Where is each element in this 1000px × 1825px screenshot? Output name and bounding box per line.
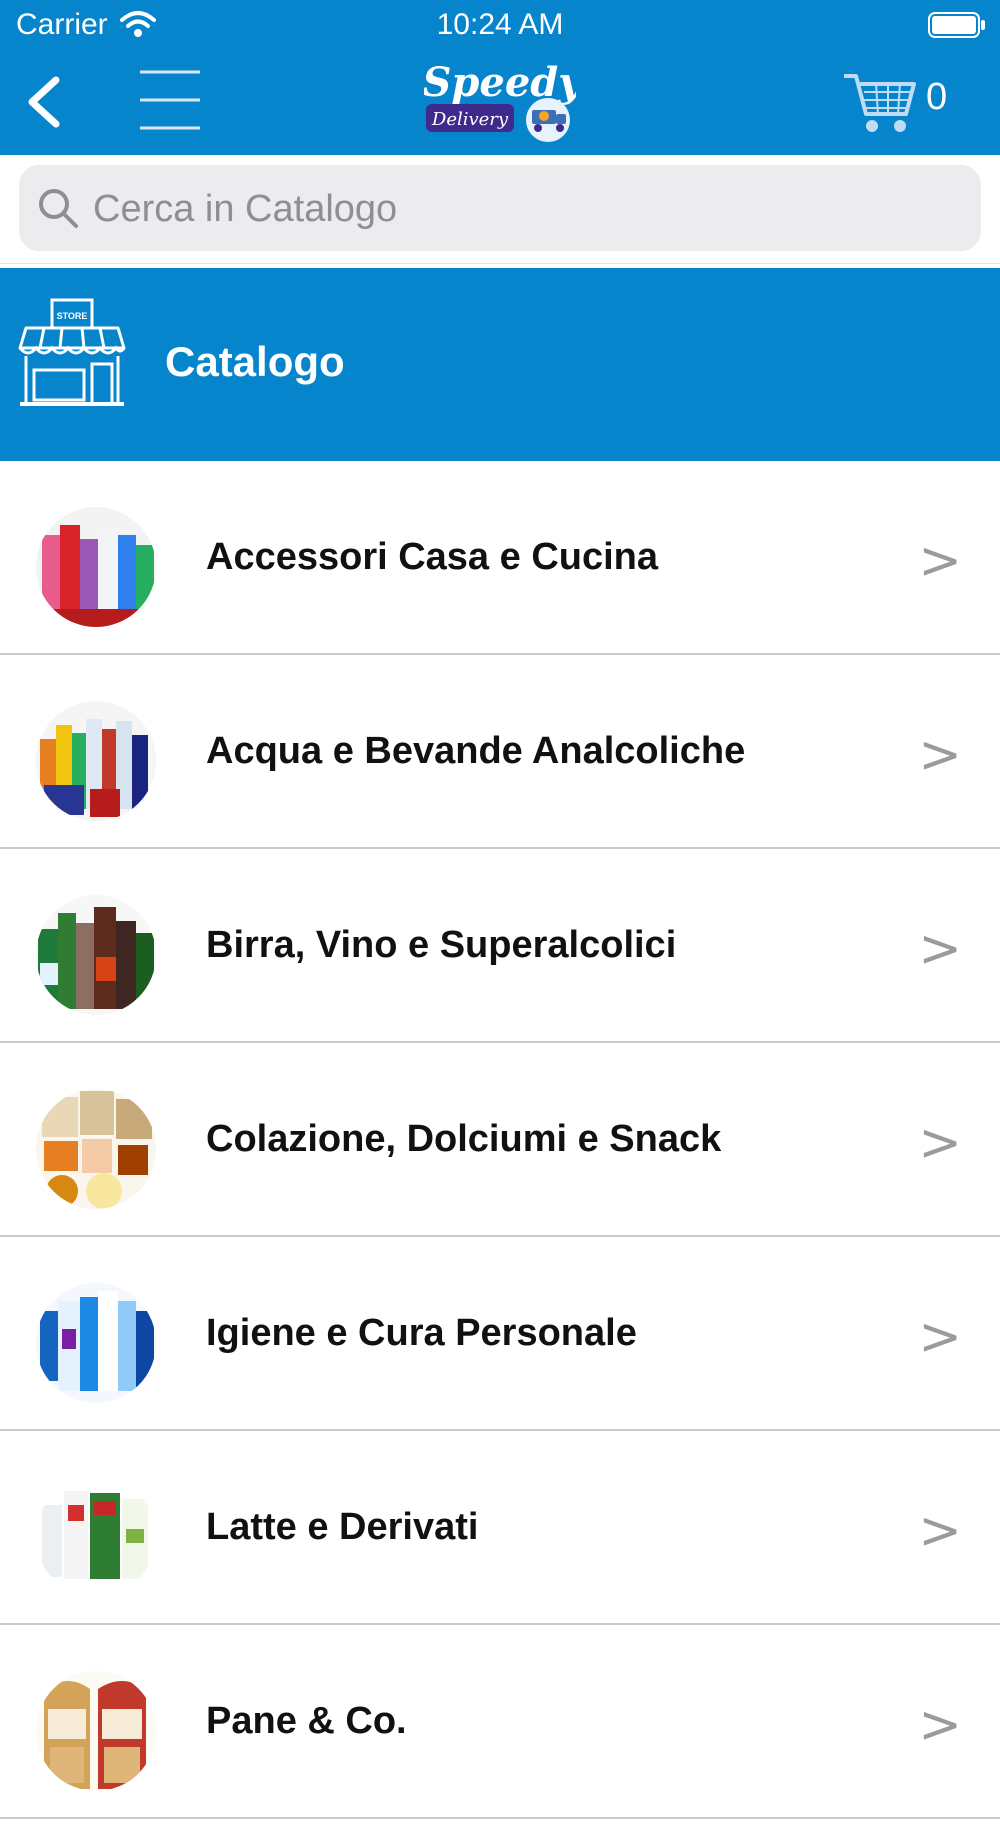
speedy-delivery-logo: Speedy Delivery (424, 59, 576, 142)
category-item-pane[interactable]: Pane & Co. > (0, 1625, 1000, 1819)
chevron-right-icon: > (918, 531, 962, 591)
chevron-right-icon: > (918, 1501, 962, 1561)
search-icon (39, 189, 78, 228)
category-label: Pane & Co. (206, 1700, 407, 1742)
category-thumbnail (36, 1671, 156, 1791)
category-thumbnail (36, 1477, 156, 1597)
battery-icon (928, 12, 985, 38)
category-label: Acqua e Bevande Analcoliche (206, 730, 746, 772)
nav-bar: Speedy Delivery 0 (0, 50, 1000, 155)
category-label: Accessori Casa e Cucina (206, 536, 659, 578)
cart-icon[interactable] (842, 70, 916, 136)
chevron-right-icon: > (918, 1307, 962, 1367)
chevron-right-icon: > (918, 1695, 962, 1755)
chevron-right-icon: > (918, 919, 962, 979)
category-thumbnail (36, 701, 156, 821)
store-icon: STORE (18, 298, 126, 406)
store-sign-text: STORE (57, 311, 88, 321)
search-input[interactable] (91, 165, 955, 253)
category-label: Birra, Vino e Superalcolici (206, 924, 677, 966)
category-thumbnail (36, 1089, 156, 1209)
chevron-right-icon: > (918, 1113, 962, 1173)
cart-count[interactable]: 0 (926, 76, 947, 119)
status-bar: Carrier 10:24 AM (0, 0, 1000, 50)
status-time: 10:24 AM (436, 8, 564, 41)
category-thumbnail (36, 895, 156, 1015)
search-field[interactable] (19, 165, 981, 253)
category-label: Latte e Derivati (206, 1506, 479, 1548)
category-list: Accessori Casa e Cucina > Acqua e Bevand… (0, 461, 1000, 1819)
search-bar (0, 155, 1000, 264)
hamburger-icon[interactable] (138, 66, 202, 134)
category-item-acqua[interactable]: Acqua e Bevande Analcoliche > (0, 655, 1000, 849)
category-item-colazione[interactable]: Colazione, Dolciumi e Snack > (0, 1043, 1000, 1237)
category-thumbnail (36, 507, 156, 627)
chevron-right-icon: > (918, 725, 962, 785)
category-thumbnail (36, 1283, 156, 1403)
catalog-header: STORE Catalogo (0, 268, 1000, 461)
category-label: Igiene e Cura Personale (206, 1312, 637, 1354)
back-button[interactable] (22, 74, 72, 130)
category-item-accessori[interactable]: Accessori Casa e Cucina > (0, 461, 1000, 655)
category-item-igiene[interactable]: Igiene e Cura Personale > (0, 1237, 1000, 1431)
category-item-birra[interactable]: Birra, Vino e Superalcolici > (0, 849, 1000, 1043)
logo-text-bottom: Delivery (431, 109, 509, 130)
catalog-title: Catalogo (165, 338, 345, 385)
category-label: Colazione, Dolciumi e Snack (206, 1118, 722, 1160)
category-item-latte[interactable]: Latte e Derivati > (0, 1431, 1000, 1625)
